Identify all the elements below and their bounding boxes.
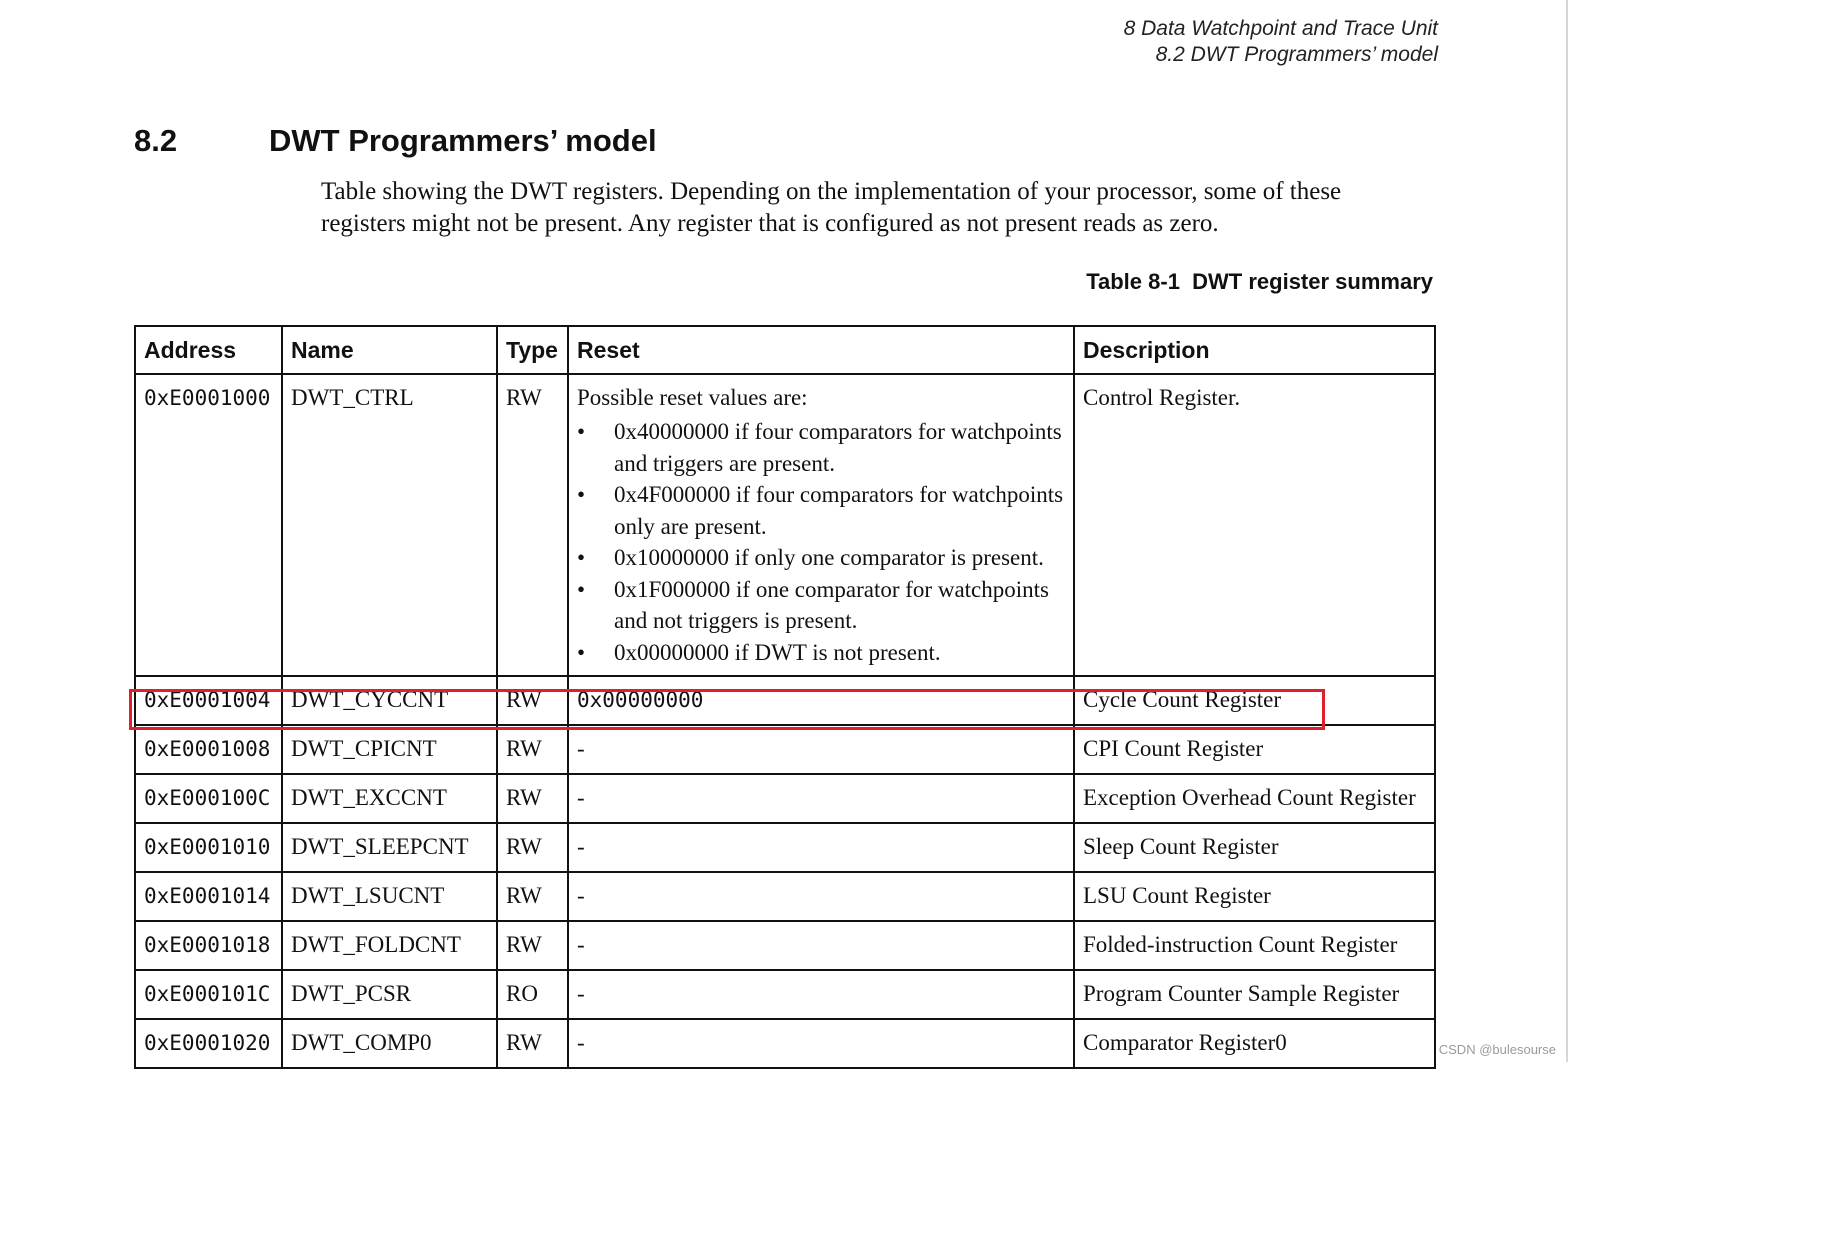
bullet-icon: •	[577, 576, 586, 602]
column-header-address: Address	[134, 325, 283, 375]
table-row: 0xE0001004 DWT_CYCCNT RW 0x00000000 Cycl…	[134, 675, 1436, 726]
bullet-icon: •	[577, 419, 586, 444]
cell-reset: -	[567, 969, 1075, 1020]
cell-name: DWT_EXCCNT	[281, 773, 498, 824]
bullet-icon: •	[577, 482, 586, 507]
cell-name: DWT_PCSR	[281, 969, 498, 1020]
table-row: 0xE000100C DWT_EXCCNT RW - Exception Ove…	[134, 773, 1436, 824]
cell-address: 0xE0001014	[134, 871, 283, 922]
cell-address: 0xE0001004	[134, 675, 283, 726]
table-caption: Table 8-1 DWT register summary	[1086, 269, 1433, 294]
cell-type: RW	[496, 373, 569, 677]
cell-type: RW	[496, 920, 569, 971]
list-item: • 0x00000000 if DWT is not present.	[577, 637, 1065, 669]
reset-value-text: 0x00000000 if DWT is not present.	[614, 639, 941, 665]
section-number: 8.2	[134, 123, 178, 158]
cell-address: 0xE0001018	[134, 920, 283, 971]
bullet-icon: •	[577, 639, 586, 665]
cell-description: Comparator Register0	[1073, 1018, 1436, 1069]
table-row: 0xE0001014 DWT_LSUCNT RW - LSU Count Reg…	[134, 871, 1436, 922]
reset-value-text: 0x4F000000 if four comparators for watch…	[614, 482, 1064, 539]
cell-description: Cycle Count Register	[1073, 675, 1436, 726]
reset-intro: Possible reset values are:	[577, 385, 808, 410]
cell-name: DWT_CTRL	[281, 373, 498, 677]
section-title: DWT Programmers’ model	[269, 123, 657, 158]
cell-description: Program Counter Sample Register	[1073, 969, 1436, 1020]
cell-description: Sleep Count Register	[1073, 822, 1436, 873]
page-edge-divider	[1566, 0, 1568, 1062]
cell-reset: -	[567, 822, 1075, 873]
running-header: 8 Data Watchpoint and Trace Unit 8.2 DWT…	[1124, 16, 1438, 68]
table-row: 0xE0001018 DWT_FOLDCNT RW - Folded-instr…	[134, 920, 1436, 971]
column-header-reset: Reset	[567, 325, 1075, 375]
cell-address: 0xE0001010	[134, 822, 283, 873]
cell-address: 0xE000101C	[134, 969, 283, 1020]
list-item: • 0x4F000000 if four comparators for watc…	[577, 479, 1065, 542]
cell-type: RW	[496, 773, 569, 824]
cell-name: DWT_CYCCNT	[281, 675, 498, 726]
table-row: 0xE000101C DWT_PCSR RO - Program Counter…	[134, 969, 1436, 1020]
cell-address: 0xE0001008	[134, 724, 283, 775]
table-row: 0xE0001020 DWT_COMP0 RW - Comparator Reg…	[134, 1018, 1436, 1069]
cell-reset: -	[567, 773, 1075, 824]
cell-name: DWT_LSUCNT	[281, 871, 498, 922]
cell-name: DWT_CPICNT	[281, 724, 498, 775]
reset-value-text: 0x10000000 if only one comparator is pre…	[614, 545, 1044, 570]
cell-address: 0xE0001020	[134, 1018, 283, 1069]
table-row-dwt-ctrl: 0xE0001000 DWT_CTRL RW Possible reset va…	[134, 373, 1436, 677]
cell-description: Exception Overhead Count Register	[1073, 773, 1436, 824]
table-row: 0xE0001010 DWT_SLEEPCNT RW - Sleep Count…	[134, 822, 1436, 873]
cell-name: DWT_COMP0	[281, 1018, 498, 1069]
cell-address: 0xE000100C	[134, 773, 283, 824]
cell-name: DWT_SLEEPCNT	[281, 822, 498, 873]
cell-name: DWT_FOLDCNT	[281, 920, 498, 971]
running-header-section: 8.2 DWT Programmers’ model	[1155, 43, 1438, 66]
list-item: • 0x40000000 if four comparators for watc…	[577, 416, 1065, 479]
reset-value-text: 0x1F000000 if one comparator for watchpo…	[614, 576, 1049, 634]
list-item: • 0x10000000 if only one comparator is pr…	[577, 542, 1065, 574]
cell-description: LSU Count Register	[1073, 871, 1436, 922]
cell-reset: 0x00000000	[567, 675, 1075, 726]
watermark: CSDN @bulesourse	[1438, 1042, 1556, 1057]
bullet-icon: •	[577, 545, 586, 570]
cell-reset: -	[567, 871, 1075, 922]
cell-description: Control Register.	[1073, 373, 1436, 677]
running-header-chapter: 8 Data Watchpoint and Trace Unit	[1123, 17, 1438, 40]
cell-description: CPI Count Register	[1073, 724, 1436, 775]
cell-type: RW	[496, 724, 569, 775]
table-header-row: Address Name Type Reset Description	[134, 325, 1436, 375]
cell-type: RW	[496, 1018, 569, 1069]
cell-type: RW	[496, 822, 569, 873]
reset-values-list: • 0x40000000 if four comparators for watc…	[577, 416, 1065, 668]
reset-value-text: 0x40000000 if four comparators for watch…	[614, 419, 1062, 476]
column-header-type: Type	[496, 325, 569, 375]
cell-reset: -	[567, 724, 1075, 775]
column-header-name: Name	[281, 325, 498, 375]
cell-type: RW	[496, 675, 569, 726]
intro-paragraph: Table showing the DWT registers. Dependi…	[321, 178, 1342, 237]
cell-reset: Possible reset values are: • 0x40000000 i…	[567, 373, 1075, 677]
cell-description: Folded-instruction Count Register	[1073, 920, 1436, 971]
dwt-register-table: Address Name Type Reset Description 0xE0…	[134, 325, 1436, 1069]
cell-reset: -	[567, 920, 1075, 971]
cell-address: 0xE0001000	[134, 373, 283, 677]
table-row: 0xE0001008 DWT_CPICNT RW - CPI Count Reg…	[134, 724, 1436, 775]
cell-type: RO	[496, 969, 569, 1020]
cell-type: RW	[496, 871, 569, 922]
cell-reset: -	[567, 1018, 1075, 1069]
list-item: • 0x1F000000 if one comparator for watchp…	[577, 574, 1065, 637]
column-header-description: Description	[1073, 325, 1436, 375]
